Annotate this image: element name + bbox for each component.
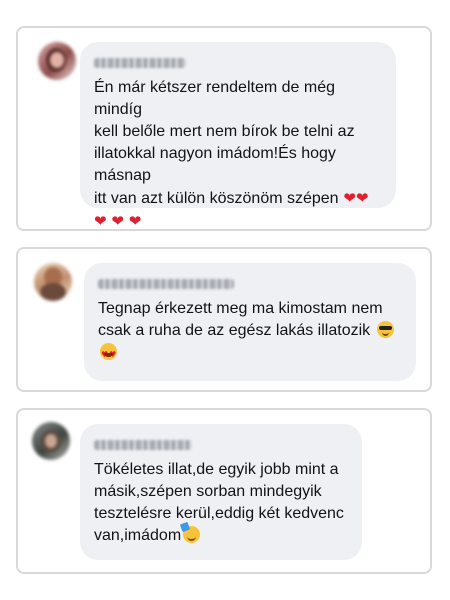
comment-text: Tökéletes illat,de egyik jobb mint a más… (94, 461, 344, 544)
smiling-face-with-heart-eyes-icon (100, 343, 117, 366)
heart-emoji-icon: ❤ (94, 212, 107, 230)
comment-text: Én már kétszer rendeltem de még mindíg k… (94, 79, 369, 230)
comment-bubble: Tegnap érkezett meg ma kimostam nem csak… (84, 263, 416, 381)
heart-emoji-icon: ❤ (123, 212, 142, 230)
avatar[interactable] (34, 263, 72, 301)
comment-bubble: Tökéletes illat,de egyik jobb mint a más… (80, 424, 362, 560)
smiling-face-with-hearts-icon (183, 526, 201, 543)
comment-card: Én már kétszer rendeltem de még mindíg k… (16, 26, 432, 231)
comment-card: Tegnap érkezett meg ma kimostam nem csak… (16, 247, 432, 392)
comment-text: Tegnap érkezett meg ma kimostam nem csak… (98, 298, 402, 366)
avatar[interactable] (32, 422, 70, 460)
heart-emoji-icon: ❤ (338, 189, 356, 207)
smiling-face-with-sunglasses-icon (376, 321, 394, 338)
avatar[interactable] (38, 42, 76, 80)
comment-bubble: Én már kétszer rendeltem de még mindíg k… (80, 42, 396, 230)
heart-emoji-icon: ❤ (355, 189, 369, 207)
author-name[interactable] (94, 58, 186, 68)
author-name[interactable] (98, 279, 234, 289)
comment-card: Tökéletes illat,de egyik jobb mint a más… (16, 408, 432, 574)
heart-emoji-icon: ❤ (106, 212, 124, 230)
author-name[interactable] (94, 440, 192, 450)
